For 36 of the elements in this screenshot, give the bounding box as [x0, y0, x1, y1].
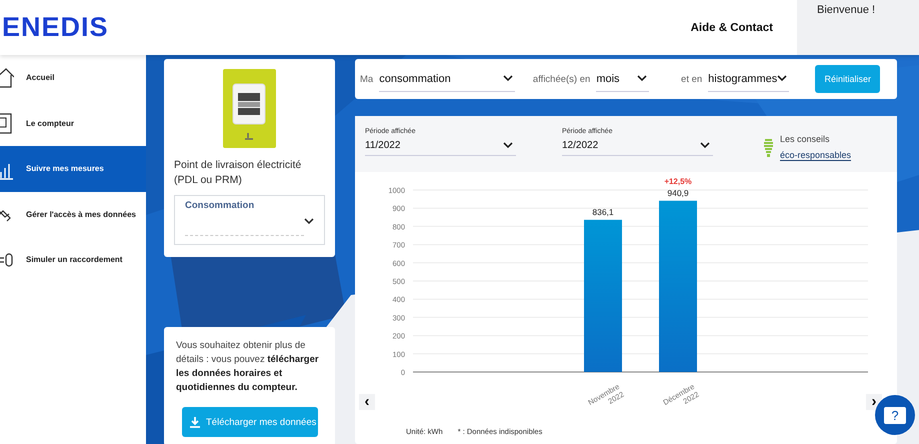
house-icon [0, 66, 14, 89]
chevron-down-icon [637, 75, 648, 82]
change-label: +12,5% [664, 176, 692, 186]
value-label: 836,1 [592, 206, 614, 217]
sidebar-item[interactable]: Simuler un raccordement [0, 237, 146, 282]
tips-text: Les conseils [780, 134, 831, 144]
sidebar-item[interactable]: Accueil [0, 55, 146, 100]
chevron-down-icon [503, 142, 513, 148]
meter-select[interactable]: Consommation [174, 195, 325, 245]
chevron-down-icon [502, 75, 513, 82]
chevron-down-icon [304, 218, 314, 225]
help-contact-link[interactable]: Aide & Contact [690, 22, 773, 34]
value-label: 940,9 [667, 188, 689, 198]
period-select[interactable]: 12/2022 [562, 135, 713, 155]
download-info-text: Vous souhaitez obtenir plus de détails : vous pouvez télécharger les données horaires et quotidiennes du compteur. [176, 339, 320, 395]
filter-label: et en [681, 74, 702, 84]
meter-title: Point de livraison électricité (PDL ou PRM) [174, 158, 302, 188]
filter-select[interactable]: mois [596, 66, 650, 92]
welcome-text: Bienvenue ! [797, 0, 919, 55]
sidebar-item[interactable]: Suivre mes mesures [0, 146, 146, 192]
filter-select[interactable]: histogrammes [708, 66, 790, 92]
meter-icon [0, 112, 14, 134]
previous-button[interactable]: ‹ [359, 394, 375, 410]
logo[interactable]: ENEDIS [2, 12, 109, 43]
filter-label: Ma [360, 74, 374, 84]
meter-icon [223, 69, 276, 148]
filter-label: affichée(s) en [532, 74, 590, 84]
filter-select[interactable]: consommation [379, 66, 515, 92]
period-select[interactable]: 11/2022 [365, 135, 516, 155]
sidebar-item[interactable]: Gérer l'accès à mes données [0, 192, 146, 237]
download-icon [190, 416, 200, 428]
sidebar-item[interactable]: Le compteur [0, 100, 146, 146]
eco-tips-link[interactable]: éco-responsables [780, 150, 852, 161]
chevron-down-icon [777, 75, 788, 82]
bulb-icon [763, 138, 774, 158]
chevron-down-icon [700, 142, 710, 148]
